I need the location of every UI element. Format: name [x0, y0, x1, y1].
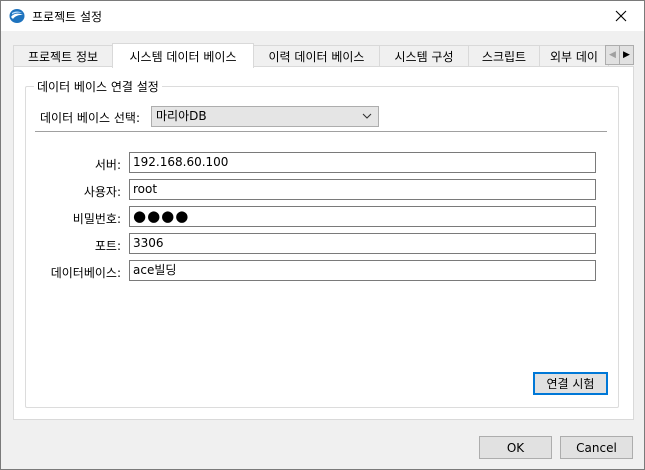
user-label: 사용자:: [83, 185, 121, 199]
cancel-button[interactable]: Cancel: [560, 436, 633, 459]
port-label: 포트:: [94, 239, 121, 253]
title-bar[interactable]: 프로젝트 설정: [1, 1, 644, 31]
ok-button[interactable]: OK: [479, 436, 552, 459]
server-input[interactable]: 192.168.60.100: [129, 152, 596, 173]
group-legend: 데이터 베이스 연결 설정: [34, 78, 162, 95]
chevron-left-icon: ◀: [609, 50, 616, 60]
separator: [35, 131, 607, 133]
chevron-right-icon: ▶: [623, 50, 630, 60]
tab-system-database[interactable]: 시스템 데이터 베이스: [112, 43, 254, 68]
settings-dialog: 프로젝트 설정 프로젝트 정보 시스템 데이터 베이스 이력 데이터 베이스 시…: [0, 0, 645, 470]
app-logo-icon: [9, 9, 25, 23]
tab-history-database[interactable]: 이력 데이터 베이스: [253, 45, 380, 67]
database-label: 데이터베이스:: [50, 266, 121, 280]
tab-project-info[interactable]: 프로젝트 정보: [13, 45, 113, 67]
db-select-dropdown[interactable]: 마리아DB: [151, 106, 379, 127]
server-label: 서버:: [94, 158, 121, 172]
tab-strip: 프로젝트 정보 시스템 데이터 베이스 이력 데이터 베이스 시스템 구성 스크…: [13, 43, 634, 68]
tab-scroll-right-button[interactable]: ▶: [619, 45, 634, 65]
close-icon: [615, 10, 627, 22]
database-input[interactable]: ace빌딩: [129, 260, 596, 281]
tab-script[interactable]: 스크립트: [468, 45, 540, 67]
password-label: 비밀번호:: [72, 212, 121, 226]
close-button[interactable]: [598, 1, 644, 31]
chevron-down-icon: [362, 113, 372, 119]
tab-system-config[interactable]: 시스템 구성: [379, 45, 469, 67]
db-select-value: 마리아DB: [156, 109, 207, 123]
port-input[interactable]: 3306: [129, 233, 596, 254]
password-input[interactable]: ●●●●: [129, 206, 596, 227]
test-connection-button[interactable]: 연결 시험: [533, 372, 608, 395]
user-input[interactable]: root: [129, 179, 596, 200]
tab-external-data[interactable]: 외부 데이: [539, 45, 609, 67]
window-title: 프로젝트 설정: [32, 10, 103, 24]
tab-scroll-left-button[interactable]: ◀: [605, 45, 620, 65]
db-select-label: 데이터 베이스 선택:: [40, 111, 140, 125]
